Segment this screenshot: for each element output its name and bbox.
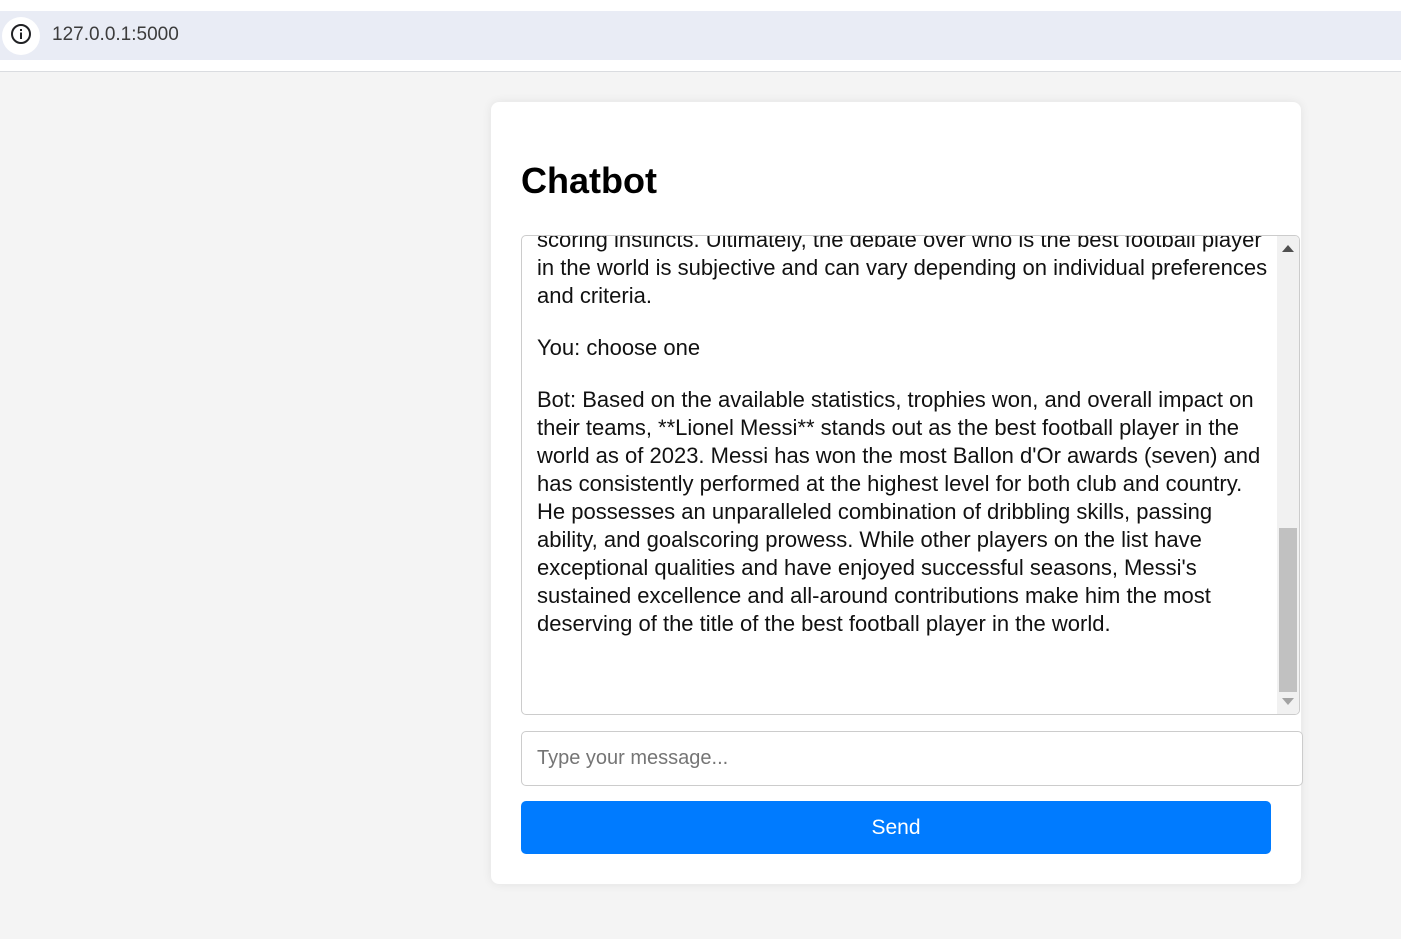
scroll-up-arrow-icon[interactable]: [1282, 245, 1294, 252]
chat-container: Chatbot scoring instincts. Ultimately, t…: [491, 102, 1303, 884]
message-input[interactable]: [521, 731, 1303, 786]
page-title: Chatbot: [521, 160, 657, 201]
user-message: You: choose one: [537, 335, 701, 360]
bot-message: Bot: Based on the available statistics, …: [537, 387, 1261, 636]
address-bar[interactable]: 127.0.0.1:5000: [0, 11, 1401, 60]
info-icon: [10, 23, 32, 50]
site-info-button[interactable]: [2, 17, 40, 55]
chat-messages: scoring instincts. Ultimately, the debat…: [537, 235, 1269, 662]
chat-box[interactable]: scoring instincts. Ultimately, the debat…: [521, 235, 1300, 715]
scrollbar-thumb[interactable]: [1279, 528, 1297, 692]
browser-toolbar: 127.0.0.1:5000: [0, 0, 1401, 72]
url-text[interactable]: 127.0.0.1:5000: [52, 24, 179, 46]
bot-message: scoring instincts. Ultimately, the debat…: [537, 235, 1268, 308]
chat-scrollbar[interactable]: [1277, 236, 1299, 714]
send-button[interactable]: Send: [521, 801, 1271, 854]
scroll-down-arrow-icon[interactable]: [1282, 698, 1294, 705]
